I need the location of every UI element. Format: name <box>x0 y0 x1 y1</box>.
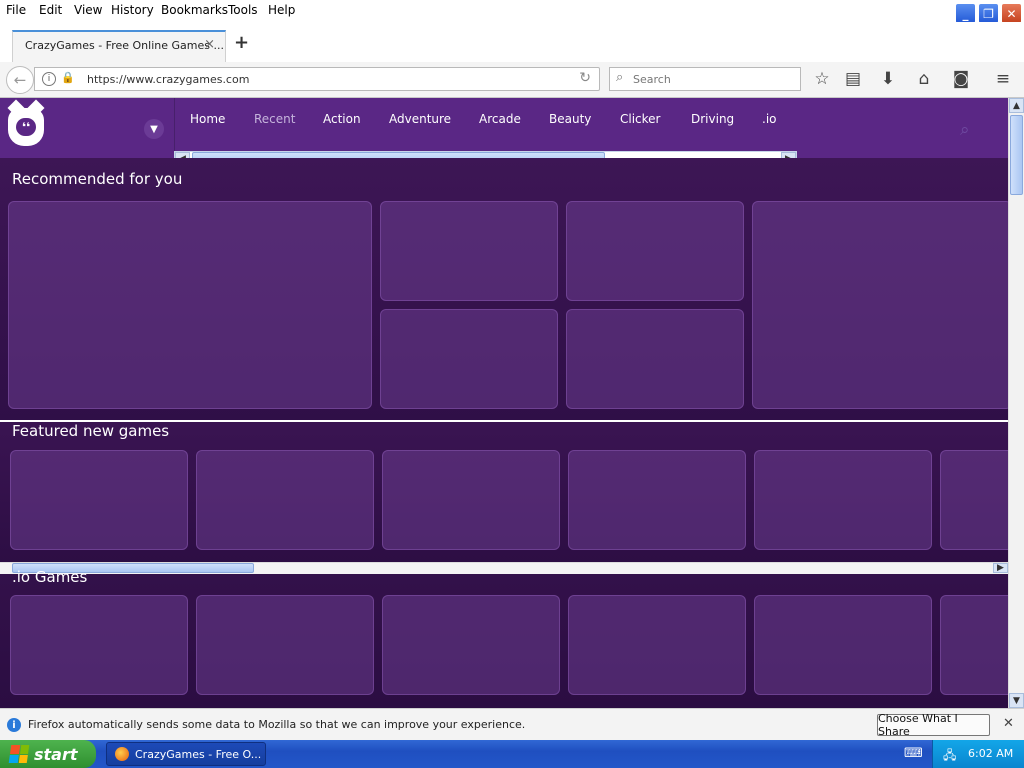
section-title: .io Games <box>12 568 88 586</box>
navigation-bar: ← i 🔒 https://www.crazygames.com ↻ ⌕ Sea… <box>0 62 1024 98</box>
menu-view[interactable]: View <box>74 3 102 17</box>
section-title: Featured new games <box>12 422 170 440</box>
game-card[interactable] <box>754 595 932 695</box>
featured-horizontal-scrollbar[interactable]: ▶ <box>0 562 1008 574</box>
crazygames-logo[interactable]: ❛❛ <box>8 108 44 146</box>
nav-driving[interactable]: Driving <box>691 112 734 126</box>
taskbar-item-firefox[interactable]: CrazyGames - Free O... <box>106 742 266 766</box>
game-card[interactable] <box>380 201 558 301</box>
site-header: ❛❛ ▼ Home Recent Action Adventure Arcade… <box>0 98 1008 166</box>
tab-crazygames[interactable]: CrazyGames - Free Online Games ... × <box>12 30 226 62</box>
game-card[interactable] <box>568 450 746 550</box>
taskbar: start CrazyGames - Free O... ⌨ 🖧 6:02 AM <box>0 740 1024 768</box>
nav-home[interactable]: Home <box>190 112 225 126</box>
home-icon[interactable]: ⌂ <box>913 69 935 89</box>
game-card[interactable] <box>196 595 374 695</box>
scroll-thumb[interactable] <box>1010 115 1023 195</box>
tab-title: CrazyGames - Free Online Games ... <box>25 39 224 52</box>
menu-tools[interactable]: Tools <box>228 3 258 17</box>
chevron-down-icon[interactable]: ▼ <box>144 119 164 139</box>
game-card[interactable] <box>10 595 188 695</box>
page-vertical-scrollbar[interactable]: ▲ ▼ <box>1008 98 1024 708</box>
search-box[interactable]: ⌕ Search <box>609 67 801 91</box>
io-games-section: .io Games <box>0 568 1008 708</box>
firefox-icon <box>115 747 129 761</box>
downloads-icon[interactable]: ⬇ <box>877 69 899 89</box>
close-window-button[interactable]: ✕ <box>1001 3 1022 24</box>
game-card[interactable] <box>380 309 558 409</box>
back-button[interactable]: ← <box>6 66 34 94</box>
windows-flag-icon <box>8 745 30 763</box>
nav-io[interactable]: .io <box>762 112 777 126</box>
notification-close-icon[interactable]: ✕ <box>1003 716 1014 731</box>
menu-file[interactable]: File <box>6 3 26 17</box>
minimize-icon: _ <box>962 6 969 21</box>
section-title: Recommended for you <box>12 170 183 188</box>
menu-bar: File Edit View History Bookmarks Tools H… <box>0 0 1024 24</box>
tab-strip: CrazyGames - Free Online Games ... × + <box>0 22 1024 62</box>
hamburger-menu-icon[interactable]: ≡ <box>992 69 1014 89</box>
minimize-button[interactable]: _ <box>955 3 976 24</box>
back-arrow-icon: ← <box>13 71 27 89</box>
logo-face-icon: ❛❛ <box>16 118 36 136</box>
site-search-icon[interactable]: ⌕ <box>960 120 970 140</box>
game-card[interactable] <box>568 595 746 695</box>
url-bar[interactable]: i 🔒 https://www.crazygames.com ↻ <box>34 67 600 91</box>
game-card[interactable] <box>382 595 560 695</box>
game-card[interactable] <box>566 201 744 301</box>
start-label: start <box>34 744 78 764</box>
menu-bookmarks[interactable]: Bookmarks <box>161 3 228 17</box>
menu-edit[interactable]: Edit <box>39 3 62 17</box>
insecure-lock-icon[interactable]: 🔒 <box>61 71 75 84</box>
game-card[interactable] <box>8 201 372 409</box>
site-info-icon[interactable]: i <box>42 72 56 86</box>
nav-clicker[interactable]: Clicker <box>620 112 660 126</box>
taskbar-item-label: CrazyGames - Free O... <box>135 747 262 761</box>
choose-what-i-share-button[interactable]: Choose What I Share <box>877 712 990 738</box>
game-card[interactable] <box>196 450 374 550</box>
scroll-down-icon[interactable]: ▼ <box>1009 693 1024 708</box>
scroll-up-icon[interactable]: ▲ <box>1009 98 1024 113</box>
search-placeholder: Search <box>633 73 671 86</box>
restore-button[interactable]: ❐ <box>978 3 999 24</box>
clock[interactable]: 6:02 AM <box>968 747 1013 760</box>
system-tray: 🖧 6:02 AM <box>932 740 1024 768</box>
tab-close-icon[interactable]: × <box>204 37 215 52</box>
game-card[interactable] <box>754 450 932 550</box>
menu-help[interactable]: Help <box>268 3 295 17</box>
start-button[interactable]: start <box>0 740 96 768</box>
notification-message: Firefox automatically sends some data to… <box>28 718 526 731</box>
featured-section: Featured new games <box>0 422 1008 562</box>
nav-adventure[interactable]: Adventure <box>389 112 451 126</box>
url-text[interactable]: https://www.crazygames.com <box>87 73 249 86</box>
keyboard-icon[interactable]: ⌨ <box>904 746 923 761</box>
pocket-icon[interactable]: ◙ <box>950 69 972 89</box>
recommended-section: Recommended for you <box>0 158 1008 420</box>
game-card[interactable] <box>752 201 1008 409</box>
restore-icon: ❐ <box>983 6 994 21</box>
page-content: ❛❛ ▼ Home Recent Action Adventure Arcade… <box>0 98 1008 708</box>
bookmark-star-icon[interactable]: ☆ <box>811 69 833 89</box>
scroll-right-icon[interactable]: ▶ <box>993 563 1008 573</box>
new-tab-button[interactable]: + <box>234 32 249 53</box>
menu-history[interactable]: History <box>111 3 154 17</box>
nav-recent[interactable]: Recent <box>254 112 295 126</box>
game-card[interactable] <box>10 450 188 550</box>
search-icon: ⌕ <box>616 70 624 85</box>
game-card[interactable] <box>382 450 560 550</box>
reading-list-icon[interactable]: ▤ <box>842 69 864 89</box>
game-card[interactable] <box>940 450 1008 550</box>
notification-bar: i Firefox automatically sends some data … <box>0 708 1024 740</box>
info-icon: i <box>7 718 21 732</box>
nav-arcade[interactable]: Arcade <box>479 112 521 126</box>
nav-divider <box>174 98 175 158</box>
game-card[interactable] <box>940 595 1008 695</box>
network-icon[interactable]: 🖧 <box>943 746 956 767</box>
nav-action[interactable]: Action <box>323 112 361 126</box>
game-card[interactable] <box>566 309 744 409</box>
reload-icon[interactable]: ↻ <box>579 70 591 86</box>
close-icon: ✕ <box>1006 6 1017 21</box>
nav-beauty[interactable]: Beauty <box>549 112 591 126</box>
